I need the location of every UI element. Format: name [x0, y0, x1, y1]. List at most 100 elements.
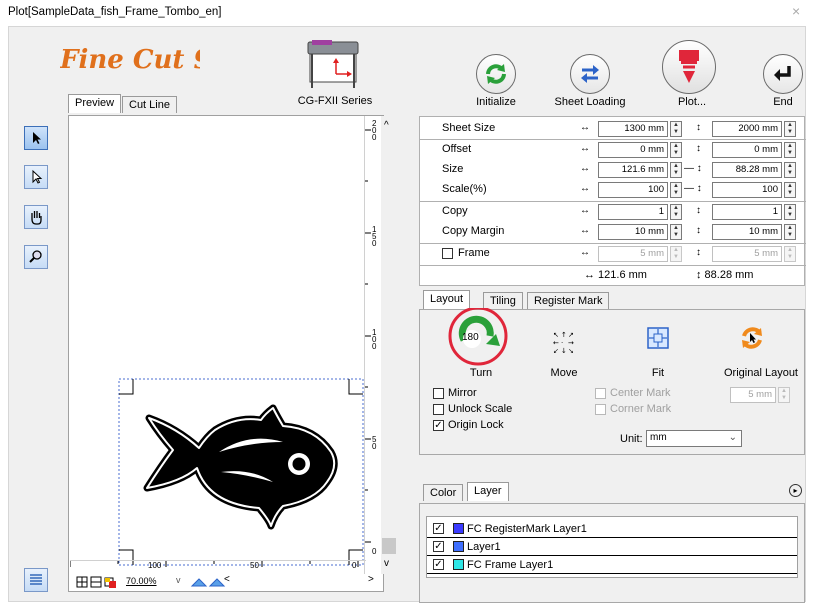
- tab-color[interactable]: Color: [423, 484, 464, 501]
- zoom-level[interactable]: 70.00%: [126, 576, 157, 586]
- offset-x-input[interactable]: 0 mm: [598, 142, 668, 158]
- frame-checkbox[interactable]: [442, 248, 453, 259]
- plot-label: Plot...: [677, 96, 707, 108]
- scale-y-spinner[interactable]: ▲ ▼: [784, 182, 796, 198]
- list-icon: [30, 574, 42, 585]
- scale-y-input[interactable]: 100: [712, 182, 782, 198]
- list-view-button[interactable]: [24, 568, 48, 592]
- turn-button[interactable]: 180: [442, 306, 510, 368]
- sheet-height-input[interactable]: 2000 mm: [712, 121, 782, 137]
- origin-lock-checkbox[interactable]: ✓: [433, 420, 444, 431]
- copy-x-input[interactable]: 1: [598, 204, 668, 220]
- tab-cut-line[interactable]: Cut Line: [122, 96, 177, 113]
- layer-menu-icon[interactable]: ▸: [789, 484, 802, 497]
- scroll-thumb[interactable]: [382, 538, 396, 554]
- scale-x-input[interactable]: 100: [598, 182, 668, 198]
- move-button[interactable]: ↖ ↑ ↗ ← · → ↙ ↓ ↘: [552, 330, 576, 355]
- fit-button[interactable]: [646, 326, 670, 350]
- size-width-input[interactable]: 121.6 mm: [598, 162, 668, 178]
- sheet-height-spinner[interactable]: ▲ ▼: [784, 121, 796, 137]
- zoom-tool-button[interactable]: [24, 245, 48, 269]
- hruler-label-50: 50: [250, 561, 259, 570]
- offset-y-spinner[interactable]: ▲ ▼: [784, 142, 796, 158]
- view-mode-icons[interactable]: [76, 575, 128, 589]
- horizontal-arrow-icon: ↔: [580, 143, 590, 154]
- copy-y-spinner[interactable]: ▲ ▼: [784, 204, 796, 220]
- total-width: ↔ 121.6 mm: [584, 269, 647, 281]
- mark-size-input[interactable]: 5 mm: [730, 387, 776, 403]
- preview-canvas[interactable]: [68, 115, 384, 592]
- size-label: Size: [442, 163, 464, 175]
- frame-x-spinner[interactable]: ▲ ▼: [670, 246, 682, 262]
- aspect-link-icon[interactable]: — ↕: [684, 183, 702, 194]
- hruler-label-0: 0: [352, 561, 357, 570]
- svg-text:Fine Cut 9: Fine Cut 9: [60, 45, 200, 75]
- initialize-button[interactable]: [476, 54, 516, 94]
- scale-x-spinner[interactable]: ▲ ▼: [670, 182, 682, 198]
- plot-button[interactable]: [662, 40, 716, 94]
- chevron-down-icon: ⌄: [728, 432, 737, 443]
- layer-visible-checkbox[interactable]: ✓: [433, 559, 444, 570]
- unlock-scale-checkbox[interactable]: [433, 404, 444, 415]
- plotter-device-icon[interactable]: [306, 38, 360, 90]
- zoom-dropdown-icon[interactable]: v: [176, 575, 181, 585]
- size-height-input[interactable]: 88.28 mm: [712, 162, 782, 178]
- end-button[interactable]: [763, 54, 803, 94]
- unlock-scale-label: Unlock Scale: [448, 403, 513, 415]
- tab-tiling[interactable]: Tiling: [483, 292, 523, 309]
- layer-visible-checkbox[interactable]: ✓: [433, 523, 444, 534]
- layer-visible-checkbox[interactable]: ✓: [433, 541, 444, 552]
- copy-x-spinner[interactable]: ▲ ▼: [670, 204, 682, 220]
- copy-margin-x-spinner[interactable]: ▲ ▼: [670, 224, 682, 240]
- copy-y-input[interactable]: 1: [712, 204, 782, 220]
- mirror-checkbox[interactable]: [433, 388, 444, 399]
- vertical-scrollbar[interactable]: ^ v: [381, 116, 397, 574]
- close-icon[interactable]: ×: [792, 3, 800, 19]
- size-width-spinner[interactable]: ▲ ▼: [670, 162, 682, 178]
- aspect-link-icon[interactable]: — ↕: [684, 163, 702, 174]
- tab-layout[interactable]: Layout: [423, 290, 471, 309]
- corner-mark-checkbox[interactable]: [595, 404, 606, 415]
- layer-row[interactable]: ✓ FC RegisterMark Layer1: [427, 521, 797, 538]
- frame-x-input[interactable]: 5 mm: [598, 246, 668, 262]
- sheet-loading-button[interactable]: [570, 54, 610, 94]
- copy-margin-x-input[interactable]: 10 mm: [598, 224, 668, 240]
- ruler-label-100: 100: [372, 328, 377, 351]
- device-label: CG-FXII Series: [297, 95, 373, 107]
- sheet-width-input[interactable]: 1300 mm: [598, 121, 668, 137]
- scroll-down-icon[interactable]: v: [384, 558, 389, 569]
- tab-preview[interactable]: Preview: [68, 94, 122, 113]
- copy-margin-y-spinner[interactable]: ▲ ▼: [784, 224, 796, 240]
- frame-y-input[interactable]: 5 mm: [712, 246, 782, 262]
- hruler-label-100: 100: [148, 561, 162, 570]
- fish-artwork: [143, 404, 338, 530]
- layer-row[interactable]: ✓ Layer1: [427, 539, 797, 556]
- offset-y-input[interactable]: 0 mm: [712, 142, 782, 158]
- unit-select[interactable]: mm ⌄: [646, 430, 742, 447]
- center-mark-checkbox[interactable]: [595, 388, 606, 399]
- scroll-up-icon[interactable]: ^: [384, 120, 389, 131]
- original-layout-button[interactable]: [738, 324, 766, 352]
- ruler-label-150: 150: [372, 225, 377, 248]
- frame-y-spinner[interactable]: ▲ ▼: [784, 246, 796, 262]
- tab-layer[interactable]: Layer: [467, 482, 509, 501]
- copy-margin-y-input[interactable]: 10 mm: [712, 224, 782, 240]
- origin-lock-label: Origin Lock: [448, 419, 504, 431]
- window-title: Plot[SampleData_fish_Frame_Tombo_en]: [8, 6, 222, 18]
- offset-x-spinner[interactable]: ▲ ▼: [670, 142, 682, 158]
- mark-size-spinner[interactable]: ▲ ▼: [778, 387, 790, 403]
- tab-register-mark[interactable]: Register Mark: [527, 292, 610, 309]
- total-height: ↕ 88.28 mm: [696, 269, 754, 281]
- sheet-size-label: Sheet Size: [442, 122, 496, 134]
- hand-tool-button[interactable]: [24, 205, 48, 229]
- scroll-left-icon[interactable]: <: [224, 574, 230, 585]
- layer-row[interactable]: ✓ FC Frame Layer1: [427, 557, 797, 574]
- node-tool-button[interactable]: [24, 165, 48, 189]
- select-tool-button[interactable]: [24, 126, 48, 150]
- copy-label: Copy: [442, 205, 468, 217]
- size-height-spinner[interactable]: ▲ ▼: [784, 162, 796, 178]
- end-label: End: [773, 96, 793, 108]
- layer-panel: ✓ FC RegisterMark Layer1 ✓ Layer1 ✓ FC F…: [419, 503, 805, 603]
- sheet-width-spinner[interactable]: ▲ ▼: [670, 121, 682, 137]
- scroll-right-icon[interactable]: >: [368, 574, 374, 585]
